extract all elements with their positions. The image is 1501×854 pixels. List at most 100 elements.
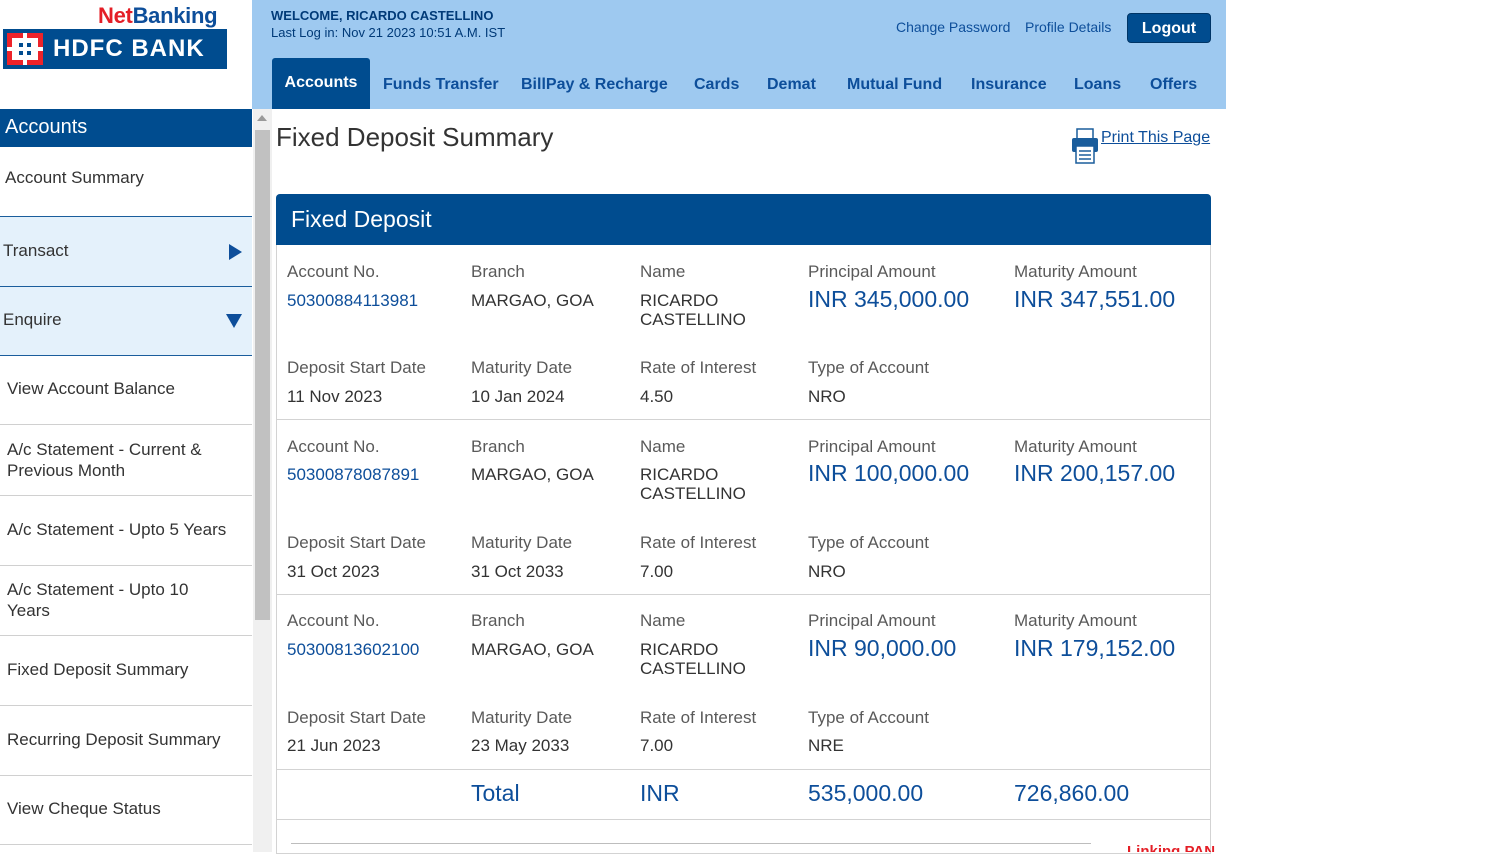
label-type-of-account: Type of Account: [808, 533, 929, 552]
sidebar-title: Accounts: [0, 109, 252, 147]
hdfc-bank-logo[interactable]: HDFC BANK: [3, 29, 227, 69]
label-account-no: Account No.: [287, 262, 380, 281]
label-name: Name: [640, 611, 686, 630]
maturity-amount-value: INR 200,157.00: [1014, 460, 1176, 486]
deposit-start-date-value: 21 Jun 2023: [287, 736, 381, 755]
chevron-down-icon: [226, 314, 242, 328]
maturity-amount-value: INR 347,551.00: [1014, 286, 1176, 312]
name-value: RICARDO CASTELLINO: [640, 465, 790, 503]
netbanking-banking: Banking: [132, 3, 218, 28]
total-currency: INR: [640, 780, 680, 806]
rate-of-interest-value: 4.50: [640, 387, 674, 406]
row-divider: [277, 594, 1210, 595]
label-type-of-account: Type of Account: [808, 708, 929, 727]
sidebar-item-label: Enquire: [3, 310, 62, 329]
label-principal-amount: Principal Amount: [808, 437, 936, 456]
netbanking-logo: NetBanking: [98, 3, 218, 29]
total-label: Total: [471, 780, 520, 806]
sidebar-item-view-cheque-status[interactable]: View Cheque Status: [0, 776, 252, 845]
tab-accounts[interactable]: Accounts: [272, 58, 370, 109]
tab-cards[interactable]: Cards: [694, 76, 739, 94]
tab-loans[interactable]: Loans: [1074, 76, 1121, 94]
type-of-account-value: NRE: [808, 736, 844, 755]
netbanking-net: Net: [98, 3, 133, 28]
branch-value: MARGAO, GOA: [471, 465, 594, 484]
change-password-link[interactable]: Change Password: [896, 19, 1010, 35]
label-principal-amount: Principal Amount: [808, 611, 936, 630]
label-deposit-start-date: Deposit Start Date: [287, 358, 426, 377]
sidebar-item-view-account-balance[interactable]: View Account Balance: [0, 356, 252, 425]
label-account-no: Account No.: [287, 437, 380, 456]
footer-divider: [291, 843, 1091, 844]
label-branch: Branch: [471, 262, 525, 281]
name-value: RICARDO CASTELLINO: [640, 291, 790, 329]
tab-offers[interactable]: Offers: [1150, 76, 1197, 94]
account-number-link[interactable]: 50300878087891: [287, 465, 419, 485]
account-number-link[interactable]: 50300813602100: [287, 640, 419, 660]
welcome-text: WELCOME, RICARDO CASTELLINO: [271, 8, 494, 23]
bank-name: HDFC BANK: [53, 35, 205, 62]
sidebar-item-label: A/c Statement - Upto 10 Years: [7, 580, 189, 620]
label-principal-amount: Principal Amount: [808, 262, 936, 281]
tab-funds-transfer[interactable]: Funds Transfer: [383, 76, 499, 94]
print-page-link[interactable]: Print This Page: [1101, 129, 1210, 147]
label-maturity-amount: Maturity Amount: [1014, 262, 1137, 281]
sidebar-item-transact[interactable]: Transact: [0, 217, 252, 287]
label-rate-of-interest: Rate of Interest: [640, 708, 757, 727]
name-line-1: RICARDO: [640, 465, 719, 484]
maturity-amount-value: INR 179,152.00: [1014, 635, 1176, 661]
deposit-start-date-value: 31 Oct 2023: [287, 562, 380, 581]
sidebar-item-statement-current-previous[interactable]: A/c Statement - Current & Previous Month: [0, 425, 252, 496]
sidebar-item-fixed-deposit-summary[interactable]: Fixed Deposit Summary: [0, 636, 252, 706]
branch-value: MARGAO, GOA: [471, 291, 594, 310]
total-maturity: 726,860.00: [1014, 780, 1130, 806]
tab-demat[interactable]: Demat: [767, 76, 816, 94]
label-deposit-start-date: Deposit Start Date: [287, 533, 426, 552]
sidebar-item-label: A/c Statement - Current & Previous Month: [7, 440, 202, 480]
sidebar-item-label: View Account Balance: [7, 379, 175, 398]
principal-amount-value: INR 100,000.00: [808, 460, 970, 486]
name-line-1: RICARDO: [640, 640, 719, 659]
label-maturity-date: Maturity Date: [471, 708, 573, 727]
label-maturity-date: Maturity Date: [471, 358, 573, 377]
maturity-date-value: 10 Jan 2024: [471, 387, 565, 406]
tab-mutual-fund[interactable]: Mutual Fund: [847, 76, 942, 94]
sidebar-scrollbar[interactable]: [253, 109, 272, 852]
rate-of-interest-value: 7.00: [640, 736, 674, 755]
label-name: Name: [640, 262, 686, 281]
printer-icon[interactable]: [1071, 128, 1099, 164]
sidebar-item-account-summary[interactable]: Account Summary: [0, 147, 252, 217]
sidebar-item-label: View Cheque Status: [7, 799, 161, 818]
logout-button[interactable]: Logout: [1127, 13, 1211, 43]
sidebar-item-statement-10-years[interactable]: A/c Statement - Upto 10 Years: [0, 566, 252, 636]
type-of-account-value: NRO: [808, 387, 846, 406]
last-login-text: Last Log in: Nov 21 2023 10:51 A.M. IST: [271, 25, 506, 40]
hdfc-logo-icon: [7, 33, 43, 65]
sidebar-item-label: Fixed Deposit Summary: [7, 660, 189, 679]
name-line-2: CASTELLINO: [640, 484, 746, 503]
label-account-no: Account No.: [287, 611, 380, 630]
tab-billpay-recharge[interactable]: BillPay & Recharge: [521, 76, 668, 94]
label-rate-of-interest: Rate of Interest: [640, 533, 757, 552]
profile-details-link[interactable]: Profile Details: [1025, 19, 1111, 35]
scroll-up-arrow-icon[interactable]: [257, 115, 267, 121]
name-line-2: CASTELLINO: [640, 310, 746, 329]
label-name: Name: [640, 437, 686, 456]
name-line-2: CASTELLINO: [640, 659, 746, 678]
label-deposit-start-date: Deposit Start Date: [287, 708, 426, 727]
sidebar-item-recurring-deposit-summary[interactable]: Recurring Deposit Summary: [0, 706, 252, 776]
scrollbar-thumb[interactable]: [255, 130, 270, 620]
linking-pan-text[interactable]: Linking PAN: [1127, 841, 1215, 852]
label-maturity-amount: Maturity Amount: [1014, 611, 1137, 630]
name-line-1: RICARDO: [640, 291, 719, 310]
tab-insurance[interactable]: Insurance: [971, 76, 1047, 94]
chevron-right-icon: [229, 244, 242, 260]
sidebar-item-enquire[interactable]: Enquire: [0, 287, 252, 356]
sidebar-item-statement-5-years[interactable]: A/c Statement - Upto 5 Years: [0, 496, 252, 566]
row-divider: [277, 419, 1210, 420]
sidebar-item-label: Account Summary: [5, 168, 144, 187]
deposit-start-date-value: 11 Nov 2023: [287, 387, 383, 406]
maturity-date-value: 23 May 2033: [471, 736, 570, 755]
rate-of-interest-value: 7.00: [640, 562, 674, 581]
account-number-link[interactable]: 50300884113981: [287, 291, 418, 311]
